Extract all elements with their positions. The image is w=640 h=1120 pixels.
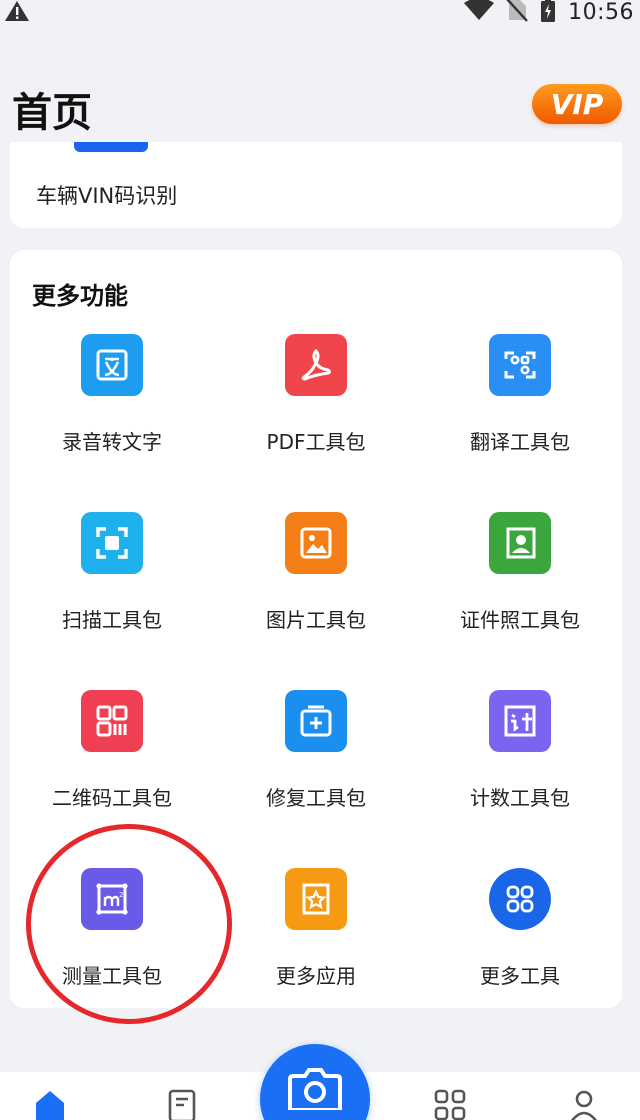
image-icon — [285, 512, 347, 574]
tool-pdf[interactable]: PDF工具包 — [214, 334, 418, 512]
tool-more-apps[interactable]: 更多应用 — [214, 868, 418, 1046]
tool-label: 测量工具包 — [62, 964, 162, 988]
clock: 10:56 — [568, 0, 634, 25]
counter-icon — [489, 690, 551, 752]
home-icon — [33, 1088, 67, 1120]
tool-label: 图片工具包 — [266, 608, 366, 632]
status-bar: 10:56 — [0, 0, 640, 26]
repair-icon — [285, 690, 347, 752]
tools-grid: 录音转文字 PDF工具包 翻译工具包 扫描工具包 图片工具包 证件照工具包 二维… — [10, 334, 622, 1046]
tool-audio-to-text[interactable]: 录音转文字 — [10, 334, 214, 512]
tool-counter[interactable]: 计数工具包 — [418, 690, 622, 868]
section-title: 更多功能 — [32, 282, 128, 310]
nav-home[interactable] — [30, 1088, 70, 1120]
translate-icon — [489, 334, 551, 396]
svg-text:2: 2 — [119, 891, 123, 899]
tool-scan[interactable]: 扫描工具包 — [10, 512, 214, 690]
tool-label: 修复工具包 — [266, 786, 366, 810]
nav-profile[interactable] — [564, 1088, 604, 1120]
tool-label: 翻译工具包 — [470, 430, 570, 454]
tool-measure[interactable]: 2 测量工具包 — [10, 868, 214, 1046]
tool-label: 证件照工具包 — [460, 608, 580, 632]
wifi-icon — [464, 0, 495, 25]
warning-icon — [4, 0, 30, 26]
more-functions-card: 更多功能 录音转文字 PDF工具包 翻译工具包 扫描工具包 图片工具包 证件照工… — [10, 250, 622, 1008]
tool-label: 计数工具包 — [470, 786, 570, 810]
scan-icon — [81, 512, 143, 574]
tool-label: 扫描工具包 — [62, 608, 162, 632]
tool-id-photo[interactable]: 证件照工具包 — [418, 512, 622, 690]
page-title: 首页 — [12, 90, 92, 136]
vin-recognition-item[interactable]: 车辆VIN码识别 — [36, 180, 177, 210]
battery-icon — [540, 0, 556, 26]
apps-grid-icon — [433, 1088, 467, 1120]
tool-image[interactable]: 图片工具包 — [214, 512, 418, 690]
tool-translate[interactable]: 翻译工具包 — [418, 334, 622, 512]
tool-label: 二维码工具包 — [52, 786, 172, 810]
tool-label: 更多应用 — [276, 964, 356, 988]
nav-apps[interactable] — [430, 1088, 470, 1120]
user-icon — [567, 1088, 601, 1120]
tool-label: 更多工具 — [480, 964, 560, 988]
tool-label: PDF工具包 — [266, 430, 366, 454]
grid-apps-icon — [489, 868, 551, 930]
vip-button[interactable]: VIP — [532, 84, 622, 124]
card-tab-indicator — [74, 142, 148, 152]
camera-button[interactable] — [260, 1044, 370, 1120]
tool-more-tools[interactable]: 更多工具 — [418, 868, 622, 1046]
text-doc-icon — [81, 334, 143, 396]
tool-label: 录音转文字 — [62, 430, 162, 454]
id-photo-icon — [489, 512, 551, 574]
star-frame-icon — [285, 868, 347, 930]
tool-repair[interactable]: 修复工具包 — [214, 690, 418, 868]
document-icon — [165, 1088, 199, 1120]
no-sim-icon — [506, 0, 528, 26]
tool-qr-code[interactable]: 二维码工具包 — [10, 690, 214, 868]
measure-icon: 2 — [81, 868, 143, 930]
qr-code-icon — [81, 690, 143, 752]
nav-documents[interactable] — [162, 1088, 202, 1120]
pdf-icon — [285, 334, 347, 396]
camera-icon — [287, 1066, 343, 1114]
top-card: 车辆VIN码识别 — [10, 142, 622, 228]
